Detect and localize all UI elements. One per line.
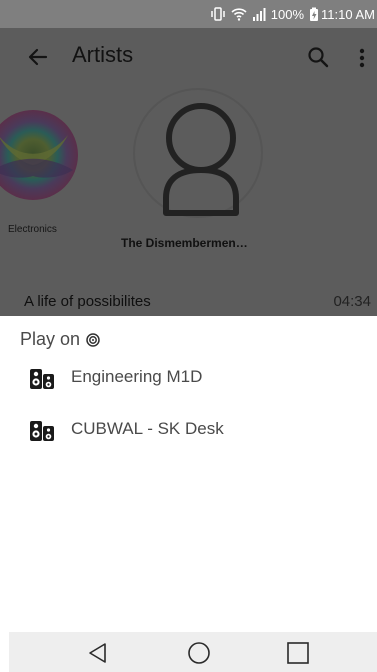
- device-label: CUBWAL - SK Desk: [71, 419, 224, 438]
- page-title: Artists: [72, 42, 134, 67]
- cast-icon: [86, 332, 100, 347]
- artist-artwork-left[interactable]: [0, 110, 78, 200]
- battery-text: 100%: [270, 6, 305, 22]
- now-playing-time: 04:34: [333, 293, 371, 310]
- wifi-icon: [231, 7, 247, 21]
- artist-label-left: Electronics: [8, 224, 57, 235]
- speaker-icon: [30, 421, 54, 441]
- system-nav-bar: [9, 632, 377, 672]
- sheet-heading: Play on: [20, 329, 100, 350]
- device-item-engineering-m1d[interactable]: Engineering M1D: [9, 352, 377, 404]
- now-playing-title[interactable]: A life of possibilites: [24, 293, 151, 310]
- vibrate-icon: [210, 7, 226, 21]
- device-item-cubwal-sk-desk[interactable]: CUBWAL - SK Desk: [9, 404, 377, 456]
- back-triangle-icon[interactable]: [85, 640, 111, 666]
- home-circle-icon[interactable]: [186, 640, 212, 666]
- recents-square-icon[interactable]: [285, 640, 311, 666]
- toolbar: Artists: [0, 28, 377, 86]
- search-icon[interactable]: [307, 46, 329, 68]
- status-bar: 100% 11:10 AM: [0, 0, 377, 28]
- battery-charging-icon: [309, 7, 319, 22]
- back-arrow-icon[interactable]: [26, 45, 50, 69]
- sheet-heading-label: Play on: [20, 329, 81, 349]
- clock: 11:10 AM: [321, 6, 375, 22]
- signal-icon: [252, 7, 266, 21]
- play-on-sheet: Play on Engineering M1D CUBWAL - SK Desk: [9, 316, 377, 632]
- speaker-icon: [30, 369, 54, 389]
- device-label: Engineering M1D: [71, 367, 203, 386]
- artist-label-center: The Dismembermen…: [121, 236, 248, 250]
- background-app: Artists Electronics The Dismembermen… A …: [0, 28, 377, 316]
- person-icon: [163, 103, 239, 216]
- more-vert-icon[interactable]: [356, 46, 368, 70]
